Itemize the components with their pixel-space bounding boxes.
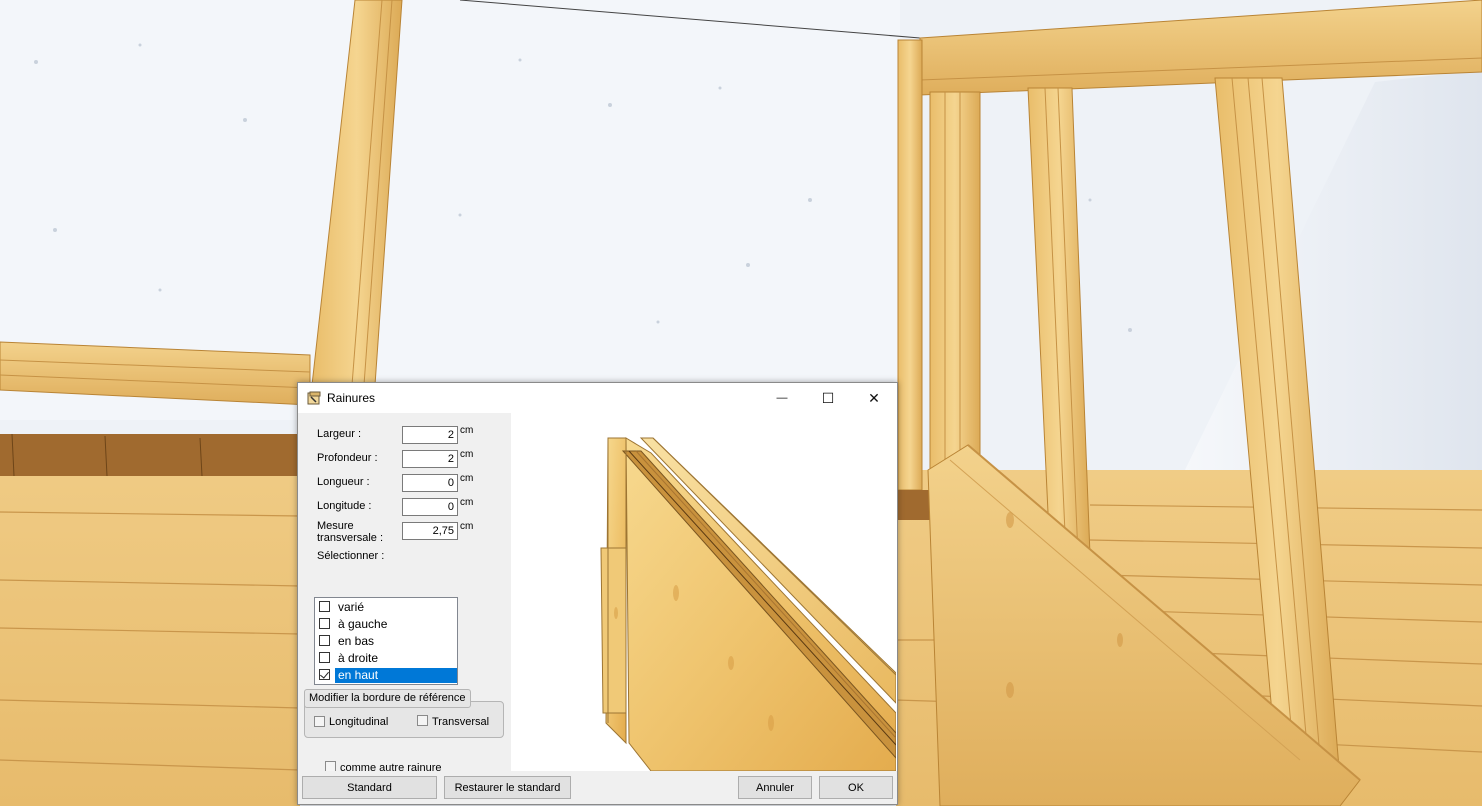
reference-border-caption: Modifier la bordure de référence (304, 689, 471, 708)
groove-app-icon (307, 391, 321, 405)
mesure-transversale-unit: cm (460, 521, 474, 532)
maximize-button[interactable]: ☐ (805, 383, 851, 413)
selectionner-label: Sélectionner : (317, 550, 385, 562)
longitude-label: Longitude : (317, 500, 372, 512)
settings-panel: Largeur : cm Profondeur : cm Longueur : … (298, 413, 511, 774)
varie-checkbox[interactable] (319, 601, 330, 612)
mesure-transversale-input[interactable] (402, 522, 458, 540)
profondeur-input[interactable] (402, 450, 458, 468)
transversal-label: Transversal (432, 716, 490, 728)
en-bas-checkbox[interactable] (319, 635, 330, 646)
title-bar[interactable]: Rainures — ☐ ✕ (298, 383, 897, 413)
varie-label: varié (338, 600, 365, 614)
longitude-input[interactable] (402, 498, 458, 516)
minimize-icon: — (776, 392, 788, 404)
en-haut-checkbox[interactable] (319, 669, 330, 680)
list-item-a-droite[interactable]: à droite (317, 650, 457, 667)
close-button[interactable]: ✕ (851, 383, 897, 413)
a-gauche-label: à gauche (338, 617, 388, 631)
transversal-checkbox[interactable] (417, 715, 428, 726)
ok-button[interactable]: OK (819, 776, 893, 799)
largeur-label: Largeur : (317, 428, 362, 440)
standard-button[interactable]: Standard (302, 776, 437, 799)
cancel-button[interactable]: Annuler (738, 776, 812, 799)
groove-preview (511, 413, 896, 771)
longueur-label: Longueur : (317, 476, 370, 488)
a-droite-checkbox[interactable] (319, 652, 330, 663)
longitudinal-label: Longitudinal (329, 716, 389, 728)
longueur-unit: cm (460, 473, 474, 484)
a-droite-label: à droite (338, 651, 379, 665)
maximize-icon: ☐ (821, 389, 835, 406)
side-selection-list[interactable]: varié à gauche en bas à droite en haut (314, 597, 458, 685)
list-item-varie[interactable]: varié (317, 599, 457, 616)
largeur-unit: cm (460, 425, 474, 436)
minimize-button[interactable]: — (759, 383, 805, 413)
dialog-title: Rainures (327, 391, 376, 405)
profondeur-label: Profondeur : (317, 452, 378, 464)
longitude-unit: cm (460, 497, 474, 508)
close-icon: ✕ (868, 389, 880, 406)
largeur-input[interactable] (402, 426, 458, 444)
longueur-input[interactable] (402, 474, 458, 492)
restore-standard-button[interactable]: Restaurer le standard (444, 776, 571, 799)
longitudinal-checkbox[interactable] (314, 716, 325, 727)
en-bas-label: en bas (338, 634, 375, 648)
profondeur-unit: cm (460, 449, 474, 460)
en-haut-label: en haut (335, 668, 457, 683)
rainures-dialog: Rainures — ☐ ✕ Largeur : cm Profondeur :… (297, 382, 898, 805)
list-item-en-bas[interactable]: en bas (317, 633, 457, 650)
list-item-a-gauche[interactable]: à gauche (317, 616, 457, 633)
mesure-transversale-label: Mesure transversale : (317, 520, 384, 544)
a-gauche-checkbox[interactable] (319, 618, 330, 629)
list-item-en-haut[interactable]: en haut (317, 667, 457, 684)
dialog-button-bar: Standard Restaurer le standard Annuler O… (298, 771, 897, 804)
